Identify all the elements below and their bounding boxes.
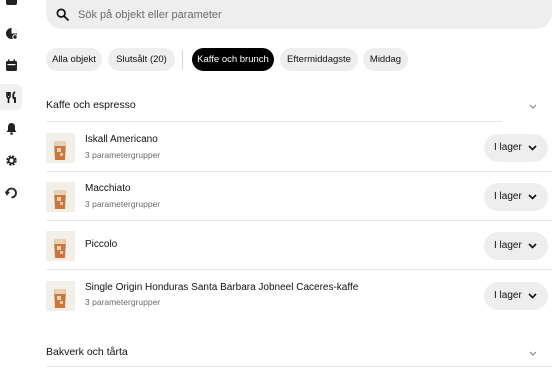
filter-chip-dinner[interactable]: Middag (363, 48, 408, 71)
divider (46, 366, 552, 367)
item-subtitle: 3 parametergrupper (85, 150, 161, 160)
item-thumbnail (46, 281, 75, 311)
search-bar (46, 0, 552, 29)
section-title: Bakverk och tårta (46, 346, 128, 358)
pie-chart-icon[interactable] (5, 27, 18, 40)
item-name: Iskall Americano (85, 134, 158, 145)
item-subtitle: 3 parametergrupper (85, 199, 161, 209)
stock-status-dropdown[interactable]: I lager (484, 134, 548, 162)
menu-item-row[interactable]: Macchiato 3 parametergrupper I lager (46, 172, 552, 221)
stock-status-label: I lager (494, 290, 522, 301)
chevron-down-icon (528, 194, 537, 200)
chevron-down-icon (529, 351, 537, 356)
stock-status-label: I lager (494, 240, 522, 251)
nav-rail (0, 0, 22, 368)
chevron-down-icon (528, 293, 537, 299)
stock-status-label: I lager (494, 191, 522, 202)
menu-item-row[interactable]: Single Origin Honduras Santa Barbara Job… (46, 271, 552, 320)
chevron-down-icon (529, 104, 537, 109)
bell-icon[interactable] (5, 122, 18, 135)
chevron-down-icon (528, 145, 537, 151)
filter-chip-sold-out[interactable]: Slutsålt (20) (108, 48, 175, 71)
stock-status-dropdown[interactable]: I lager (484, 232, 548, 260)
item-name: Single Origin Honduras Santa Barbara Job… (85, 282, 359, 293)
item-name: Piccolo (85, 239, 118, 250)
refresh-icon[interactable] (5, 186, 18, 199)
item-subtitle: 3 parametergrupper (85, 297, 161, 307)
calendar-icon[interactable] (5, 59, 18, 72)
section-header-coffee[interactable]: Kaffe och espresso (46, 96, 546, 118)
item-thumbnail (46, 133, 75, 163)
stock-status-label: I lager (494, 142, 522, 153)
divider (46, 269, 552, 270)
item-thumbnail (46, 231, 75, 261)
menu-item-row[interactable]: Iskall Americano 3 parametergrupper I la… (46, 123, 552, 172)
filter-chip-coffee-brunch[interactable]: Kaffe och brunch (192, 48, 274, 71)
section-title: Kaffe och espresso (46, 99, 136, 111)
item-name: Macchiato (85, 183, 131, 194)
gear-icon[interactable] (5, 154, 18, 167)
stock-status-dropdown[interactable]: I lager (484, 183, 548, 211)
filter-chip-afternoon-tea[interactable]: Eftermiddagste (280, 48, 358, 71)
filter-divider (182, 50, 183, 69)
menu-fork-knife-icon[interactable] (5, 91, 18, 104)
chevron-down-icon (528, 243, 537, 249)
stock-status-dropdown[interactable]: I lager (484, 282, 548, 310)
filter-chip-all[interactable]: Alla objekt (46, 48, 102, 71)
search-input[interactable] (78, 0, 538, 29)
search-icon (56, 8, 69, 21)
store-icon[interactable] (5, 0, 18, 7)
item-thumbnail (46, 182, 75, 212)
section-header-pastry[interactable]: Bakverk och tårta (46, 343, 546, 365)
menu-item-row[interactable]: Piccolo I lager (46, 221, 552, 270)
divider (46, 121, 502, 122)
